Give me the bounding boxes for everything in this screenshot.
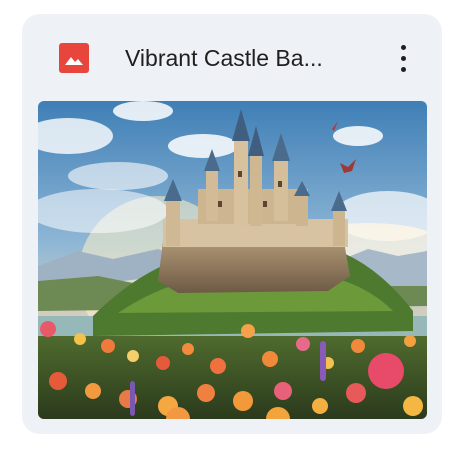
image-thumbnail[interactable] xyxy=(38,101,427,419)
file-title: Vibrant Castle Ba... xyxy=(125,45,323,71)
castle-landscape-thumbnail xyxy=(38,101,427,419)
image-file-icon xyxy=(59,43,89,73)
file-card-header: Vibrant Castle Ba... xyxy=(22,14,442,100)
file-card[interactable]: Vibrant Castle Ba... xyxy=(22,14,442,434)
more-vert-icon xyxy=(401,45,406,50)
more-options-button[interactable] xyxy=(386,38,422,78)
